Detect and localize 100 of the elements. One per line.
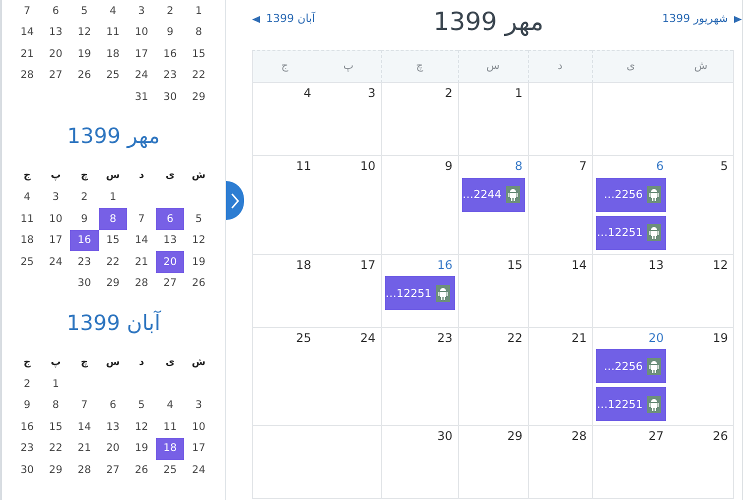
day-cell[interactable]: 23 bbox=[12, 438, 42, 460]
day-cell[interactable]: 7 bbox=[70, 394, 99, 416]
event-chip[interactable]: …2256 bbox=[596, 178, 666, 212]
event-chip[interactable]: …12251 bbox=[596, 216, 666, 250]
day-cell[interactable]: 4 bbox=[156, 394, 184, 416]
day-cell[interactable]: 18 bbox=[156, 438, 184, 460]
day-cell[interactable]: 17 bbox=[41, 230, 70, 252]
day-cell[interactable]: 25 bbox=[156, 460, 184, 482]
day-cell[interactable]: 12 bbox=[127, 416, 156, 438]
day-cell[interactable]: 2 bbox=[156, 0, 184, 22]
next-month-link[interactable]: آبان 1399 bbox=[252, 11, 316, 28]
day-cell[interactable]: 16 bbox=[70, 230, 99, 252]
day-cell[interactable]: 3 bbox=[41, 186, 70, 208]
day-cell[interactable]: 11 bbox=[12, 208, 42, 230]
day-cell[interactable]: 29 bbox=[41, 460, 70, 482]
day-cell[interactable]: 29 bbox=[184, 86, 213, 108]
day-cell[interactable]: 12 bbox=[70, 22, 99, 44]
day-cell[interactable]: 17 bbox=[127, 43, 156, 65]
day-cell[interactable]: 24 bbox=[41, 251, 70, 273]
day-cell[interactable]: 27 bbox=[98, 460, 128, 482]
day-cell[interactable]: 30 bbox=[12, 460, 42, 482]
day-cell[interactable]: 21 bbox=[12, 43, 42, 65]
day-cell[interactable]: 11 bbox=[98, 22, 128, 44]
day-cell[interactable]: 17 bbox=[184, 438, 213, 460]
day-cell[interactable]: 14 bbox=[70, 416, 99, 438]
day-cell[interactable]: 6 bbox=[98, 394, 128, 416]
event-chip[interactable]: …12251 bbox=[596, 387, 666, 422]
day-cell[interactable]: 16 bbox=[156, 43, 184, 65]
day-cell[interactable]: 14 bbox=[12, 22, 42, 44]
day-cell[interactable]: 29 bbox=[98, 272, 128, 295]
day-cell[interactable]: 30 bbox=[156, 86, 184, 108]
day-cell[interactable]: 5 bbox=[184, 208, 213, 230]
day-cell[interactable]: 24 bbox=[184, 460, 213, 482]
day-cell[interactable]: 9 bbox=[12, 394, 42, 416]
day-cell[interactable]: 7 bbox=[12, 0, 42, 22]
day-cell[interactable]: 28 bbox=[127, 272, 156, 295]
day-cell[interactable]: 3 bbox=[184, 394, 213, 416]
day-cell[interactable]: 13 bbox=[41, 22, 70, 44]
day-cell[interactable]: 1 bbox=[98, 186, 128, 208]
day-cell[interactable]: 22 bbox=[184, 64, 213, 86]
day-cell[interactable]: 25 bbox=[98, 64, 128, 86]
event-chip[interactable]: …2256 bbox=[596, 349, 666, 384]
day-cell[interactable]: 19 bbox=[70, 43, 99, 65]
day-cell[interactable]: 15 bbox=[184, 43, 213, 65]
day-cell[interactable]: 18 bbox=[12, 230, 42, 252]
day-cell[interactable]: 26 bbox=[184, 272, 213, 295]
day-cell[interactable]: 21 bbox=[127, 251, 156, 273]
day-cell[interactable]: 8 bbox=[184, 22, 213, 44]
day-cell[interactable]: 5 bbox=[127, 394, 156, 416]
day-cell[interactable]: 22 bbox=[98, 251, 128, 273]
day-cell[interactable]: 15 bbox=[98, 230, 128, 252]
day-cell[interactable]: 5 bbox=[70, 0, 99, 22]
day-cell[interactable]: 31 bbox=[127, 86, 156, 108]
day-cell[interactable]: 16 bbox=[12, 416, 42, 438]
day-cell[interactable]: 26 bbox=[127, 460, 156, 482]
day-cell[interactable]: 18 bbox=[98, 43, 128, 65]
day-cell[interactable]: 3 bbox=[127, 0, 156, 22]
day-cell[interactable]: 19 bbox=[127, 438, 156, 460]
day-cell[interactable]: 28 bbox=[12, 64, 42, 86]
prev-month-link[interactable]: شهریور 1399 bbox=[662, 11, 742, 28]
day-cell[interactable]: 10 bbox=[184, 416, 213, 438]
day-cell[interactable]: 20 bbox=[98, 438, 128, 460]
day-cell[interactable]: 26 bbox=[70, 64, 99, 86]
day-cell[interactable]: 12 bbox=[184, 230, 213, 252]
day-cell[interactable]: 19 bbox=[184, 251, 213, 273]
day-cell[interactable]: 30 bbox=[70, 272, 99, 295]
day-cell[interactable]: 22 bbox=[41, 438, 70, 460]
day-cell[interactable]: 13 bbox=[156, 230, 184, 252]
day-cell[interactable]: 9 bbox=[70, 208, 99, 230]
day-cell[interactable]: 13 bbox=[98, 416, 128, 438]
day-cell[interactable]: 23 bbox=[156, 64, 184, 86]
day-cell[interactable]: 23 bbox=[70, 251, 99, 273]
day-cell[interactable]: 4 bbox=[98, 0, 128, 22]
day-cell[interactable]: 27 bbox=[156, 272, 184, 295]
day-cell[interactable]: 1 bbox=[184, 0, 213, 22]
day-cell[interactable]: 7 bbox=[127, 208, 156, 230]
day-cell[interactable]: 10 bbox=[41, 208, 70, 230]
event-chip[interactable]: …2244 bbox=[462, 178, 524, 212]
day-cell[interactable]: 6 bbox=[41, 0, 70, 22]
day-cell[interactable]: 15 bbox=[41, 416, 70, 438]
sidebar-toggle-button[interactable] bbox=[226, 181, 244, 220]
day-cell[interactable]: 21 bbox=[70, 438, 99, 460]
day-cell[interactable]: 9 bbox=[156, 22, 184, 44]
day-cell[interactable]: 8 bbox=[41, 394, 70, 416]
day-cell[interactable]: 20 bbox=[41, 43, 70, 65]
day-cell[interactable]: 4 bbox=[12, 186, 42, 208]
day-cell[interactable]: 8 bbox=[98, 208, 128, 230]
day-cell[interactable]: 28 bbox=[70, 460, 99, 482]
day-cell[interactable]: 2 bbox=[70, 186, 99, 208]
day-cell[interactable]: 25 bbox=[12, 251, 42, 273]
day-cell[interactable]: 11 bbox=[156, 416, 184, 438]
day-cell[interactable]: 1 bbox=[41, 373, 70, 395]
day-cell[interactable]: 2 bbox=[12, 373, 42, 395]
day-cell[interactable]: 20 bbox=[156, 251, 184, 273]
day-cell[interactable]: 6 bbox=[156, 208, 184, 230]
day-cell[interactable]: 10 bbox=[127, 22, 156, 44]
day-cell[interactable]: 24 bbox=[127, 64, 156, 86]
day-cell[interactable]: 27 bbox=[41, 64, 70, 86]
day-cell[interactable]: 14 bbox=[127, 230, 156, 252]
event-chip[interactable]: …12251 bbox=[384, 276, 454, 310]
